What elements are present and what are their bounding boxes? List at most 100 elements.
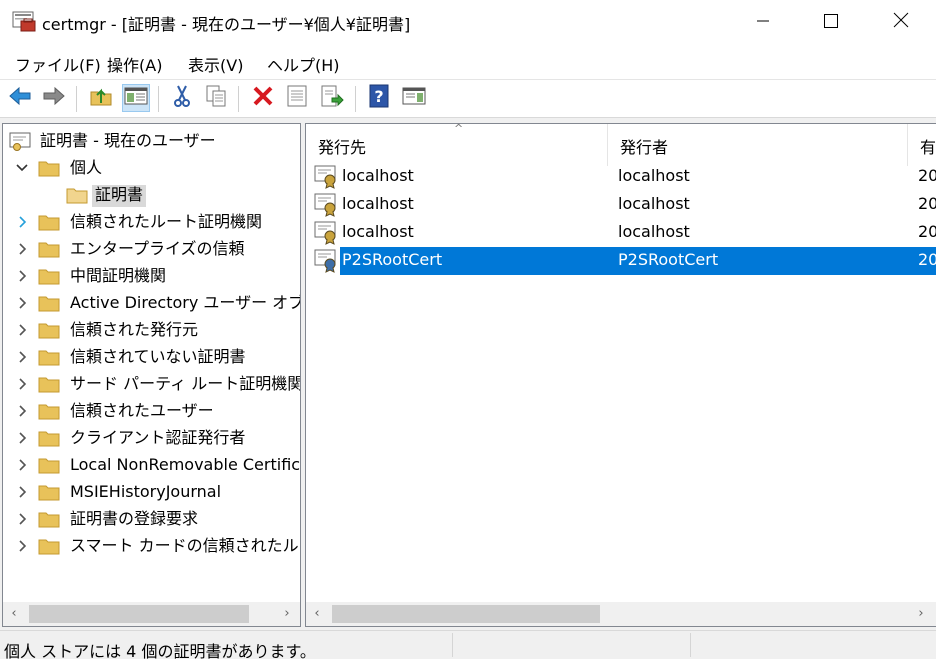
chevron-right-icon[interactable] [15, 483, 29, 501]
tree-item[interactable]: 信頼されたユーザー [3, 398, 300, 425]
tree-item[interactable]: 信頼されていない証明書 [3, 344, 300, 371]
window-title: certmgr - [証明書 - 現在のユーザー¥個人¥証明書] [42, 15, 411, 34]
tree-item[interactable]: 信頼された発行元 [3, 317, 300, 344]
minimize-button[interactable] [732, 0, 794, 44]
scroll-left-icon[interactable]: ‹ [306, 602, 328, 626]
certificate-row[interactable]: localhost localhost 20 [306, 219, 936, 247]
status-bar: 個人 ストアには 4 個の証明書があります。 [0, 630, 936, 661]
toolbar-separator [158, 86, 159, 112]
chevron-right-icon[interactable] [15, 375, 29, 393]
cell-expiration: 20 [918, 250, 936, 269]
tree-root[interactable]: 証明書 - 現在のユーザー [3, 128, 300, 155]
tree-item[interactable]: 中間証明機関 [3, 263, 300, 290]
folder-icon [38, 483, 60, 501]
tree-item[interactable]: スマート カードの信頼されたルート [3, 533, 300, 560]
certificate-row[interactable]: P2SRootCert P2SRootCert 20 [306, 247, 936, 275]
certificate-row[interactable]: localhost localhost 20 [306, 191, 936, 219]
show-action-pane-icon [402, 86, 426, 110]
cell-issued-by: localhost [618, 222, 690, 241]
chevron-right-icon[interactable] [15, 321, 29, 339]
folder-icon [38, 456, 60, 474]
tree-item[interactable]: サード パーティ ルート証明機関 [3, 371, 300, 398]
tree-item-label: 証明書の登録要求 [70, 509, 199, 528]
column-header-issued-by[interactable]: 発行者 [608, 124, 908, 166]
chevron-right-icon[interactable] [15, 213, 29, 231]
chevron-right-icon[interactable] [15, 294, 29, 312]
certificate-icon [314, 165, 340, 189]
tree-item[interactable]: Active Directory ユーザー オブジェ [3, 290, 300, 317]
chevron-right-icon[interactable] [15, 510, 29, 528]
column-header-issued-to[interactable]: ^ 発行先 [306, 124, 608, 166]
tree-item[interactable]: クライアント認証発行者 [3, 425, 300, 452]
tree-item-personal[interactable]: 個人 [3, 155, 300, 182]
properties-button[interactable] [283, 84, 311, 112]
chevron-down-icon[interactable] [15, 159, 29, 177]
chevron-right-icon[interactable] [15, 267, 29, 285]
toolbar-separator [355, 86, 356, 112]
tree-item[interactable]: 証明書の登録要求 [3, 506, 300, 533]
chevron-right-icon[interactable] [15, 429, 29, 447]
tree-item[interactable]: エンタープライズの信頼 [3, 236, 300, 263]
chevron-right-icon[interactable] [15, 456, 29, 474]
certificate-row[interactable]: localhost localhost 20 [306, 163, 936, 191]
delete-button[interactable] [249, 84, 277, 112]
copy-button[interactable] [202, 84, 230, 112]
chevron-right-icon[interactable] [15, 348, 29, 366]
certificate-icon [314, 193, 340, 217]
menu-view[interactable]: 表示(V) [188, 52, 243, 76]
show-hide-tree-button[interactable] [122, 84, 150, 112]
export-list-icon [320, 84, 344, 112]
tree-item[interactable]: Local NonRemovable Certifica [3, 452, 300, 479]
tree-item-label: 信頼されたユーザー [70, 401, 214, 420]
scrollbar-thumb[interactable] [29, 605, 249, 623]
chevron-right-icon[interactable] [15, 240, 29, 258]
folder-icon [38, 159, 60, 177]
tree-item-label: 証明書 [92, 185, 147, 207]
scroll-right-icon[interactable]: › [910, 602, 932, 626]
certificate-list-pane[interactable]: ^ 発行先 発行者 有 localhostlocalhost20localhos… [305, 123, 936, 627]
tree-item[interactable]: 信頼されたルート証明機関 [3, 209, 300, 236]
title-bar[interactable]: certmgr - [証明書 - 現在のユーザー¥個人¥証明書] [0, 0, 936, 44]
menu-action[interactable]: 操作(A) [107, 52, 162, 76]
tree-item-personal-certificates[interactable]: 証明書 [3, 182, 300, 209]
back-arrow-icon [8, 86, 32, 110]
chevron-right-icon[interactable] [15, 402, 29, 420]
tree-horizontal-scrollbar[interactable]: ‹ › [3, 602, 300, 626]
certmgr-window: certmgr - [証明書 - 現在のユーザー¥個人¥証明書] ファイル(F)… [0, 0, 936, 661]
scrollbar-thumb[interactable] [332, 605, 600, 623]
forward-button[interactable] [40, 84, 68, 112]
tree-item[interactable]: MSIEHistoryJournal [3, 479, 300, 506]
scroll-right-icon[interactable]: › [276, 602, 298, 626]
help-button[interactable]: ? [365, 84, 393, 112]
folder-icon [38, 213, 60, 231]
list-horizontal-scrollbar[interactable]: ‹ › [306, 602, 936, 626]
up-one-level-button[interactable] [87, 84, 115, 112]
copy-icon [204, 84, 228, 112]
column-header-expiration[interactable]: 有 [908, 124, 936, 166]
chevron-right-icon[interactable] [15, 537, 29, 555]
show-hide-tree-icon [124, 86, 148, 110]
folder-icon [38, 510, 60, 528]
tree-item-label: 個人 [70, 158, 103, 177]
menu-bar: ファイル(F) 操作(A) 表示(V) ヘルプ(H) [0, 44, 936, 80]
folder-icon [38, 240, 60, 258]
svg-text:?: ? [374, 87, 383, 106]
column-header-label: 有 [920, 138, 936, 157]
folder-icon [38, 348, 60, 366]
show-action-pane-button[interactable] [400, 84, 428, 112]
close-button[interactable] [870, 0, 932, 44]
folder-icon [38, 429, 60, 447]
folder-icon [38, 375, 60, 393]
scroll-left-icon[interactable]: ‹ [3, 602, 25, 626]
cell-issued-by: P2SRootCert [618, 250, 719, 269]
export-list-button[interactable] [318, 84, 346, 112]
sort-ascending-icon: ^ [454, 123, 464, 135]
console-tree-pane[interactable]: 証明書 - 現在のユーザー 個人 証明書 信頼されたルート証明機関 エンタープライ… [2, 123, 301, 627]
menu-help[interactable]: ヘルプ(H) [267, 52, 340, 76]
maximize-button[interactable] [800, 0, 862, 44]
cut-button[interactable] [168, 84, 196, 112]
menu-file[interactable]: ファイル(F) [15, 52, 101, 76]
back-button[interactable] [6, 84, 34, 112]
status-text: 個人 ストアには 4 個の証明書があります。 [4, 642, 316, 661]
help-icon: ? [367, 84, 391, 112]
